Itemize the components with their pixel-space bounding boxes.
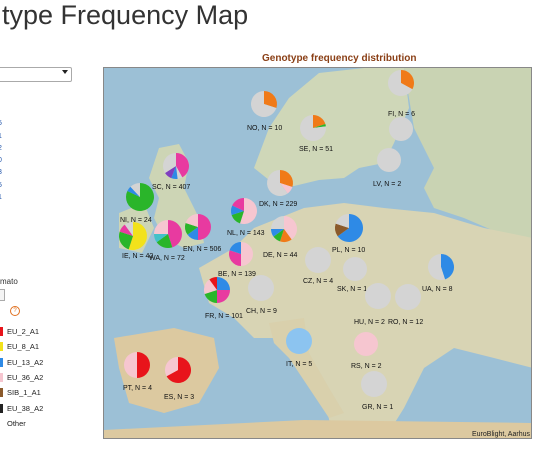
- pie-chart[interactable]: IT, N = 5: [286, 328, 312, 368]
- chart-title: Genotype frequency distribution: [262, 53, 417, 64]
- legend-swatch: [0, 342, 3, 352]
- pie-label: PT, N = 4: [123, 385, 152, 392]
- pie-label: NO, N = 10: [247, 125, 282, 132]
- pie-slice: [395, 284, 421, 310]
- legend-swatch: [0, 388, 3, 398]
- pie-slice: [248, 275, 274, 301]
- pie-label: SK, N = 1: [337, 286, 367, 293]
- pie-label: RS, N = 2: [351, 363, 382, 370]
- pie-label: SE, N = 51: [299, 146, 333, 153]
- pie-label: GR, N = 1: [362, 404, 393, 411]
- legend-label: EU_2_A1: [7, 327, 40, 337]
- chevron-down-icon: [62, 70, 68, 74]
- legend-item: SIB_1_A1: [0, 385, 43, 400]
- pie-label: LV, N = 2: [373, 181, 401, 188]
- legend-label: EU_8_A1: [7, 342, 40, 352]
- legend-swatch: [0, 418, 3, 428]
- legend-label: EU_36_A2: [7, 373, 44, 383]
- count-item[interactable]: [0, 106, 6, 118]
- pie-label: FR, N = 101: [205, 313, 243, 320]
- pie-label: WA, N = 72: [149, 255, 185, 262]
- host-select-button[interactable]: [0, 289, 5, 301]
- legend-label: SIB_1_A1: [7, 388, 41, 398]
- pie-label: PL, N = 10: [332, 247, 365, 254]
- host-label: mato: [0, 277, 18, 286]
- pie-slice: [305, 247, 331, 273]
- pie-label: EN, N = 506: [183, 246, 221, 253]
- legend-item: EU_13_A2: [0, 355, 43, 370]
- europe-map[interactable]: NO, N = 10FI, N = 6SE, N = 515LV, N = 2S…: [104, 68, 532, 439]
- pie-slice: [343, 257, 367, 281]
- count-item[interactable]: 5: [0, 180, 6, 192]
- map-panel[interactable]: NO, N = 10FI, N = 6SE, N = 515LV, N = 2S…: [103, 67, 532, 439]
- page-title: type Frequency Map: [2, 0, 249, 30]
- pie-label: RO, N = 12: [388, 319, 423, 326]
- legend-swatch: [0, 357, 3, 367]
- legend-swatch: [0, 327, 3, 337]
- pie-label: FI, N = 6: [388, 111, 415, 118]
- pie-slice: [354, 332, 378, 356]
- pie-slice: [377, 148, 401, 172]
- legend-item: EU_38_A2: [0, 400, 43, 415]
- count-item[interactable]: 0: [0, 155, 6, 167]
- legend-label: Other: [7, 418, 26, 428]
- pie-chart[interactable]: PT, N = 4: [123, 352, 152, 392]
- pie-slice: [365, 283, 391, 309]
- legend-label: EU_13_A2: [7, 357, 44, 367]
- legend-item: Other: [0, 416, 43, 431]
- pie-label: CZ, N = 4: [303, 278, 333, 285]
- pie-slice: [389, 117, 413, 141]
- count-item[interactable]: 1: [0, 131, 6, 143]
- legend: EU_2_A1 EU_8_A1 EU_13_A2 EU_36_A2 SIB_1_…: [0, 324, 43, 431]
- pie-label: CH, N = 9: [246, 308, 277, 315]
- pie-slice: [286, 328, 312, 354]
- count-item[interactable]: 1: [0, 192, 6, 204]
- pie-label: DE, N = 44: [263, 252, 298, 259]
- pie-label: HU, N = 2: [354, 319, 385, 326]
- pie-label: UA, N = 8: [422, 286, 453, 293]
- count-item[interactable]: 2: [0, 143, 6, 155]
- legend-item: EU_2_A1: [0, 324, 43, 339]
- pie-slice: [361, 371, 387, 397]
- help-icon[interactable]: ?: [10, 306, 20, 316]
- country-counts: 5 1 2 0 3 5 1: [0, 106, 6, 204]
- legend-item: EU_8_A1: [0, 339, 43, 354]
- pie-label: IT, N = 5: [286, 361, 312, 368]
- legend-item: EU_36_A2: [0, 370, 43, 385]
- genotype-select[interactable]: [0, 67, 72, 82]
- count-item[interactable]: 3: [0, 167, 6, 179]
- legend-swatch: [0, 403, 3, 413]
- count-item[interactable]: 5: [0, 118, 6, 130]
- map-attribution: EuroBlight, Aarhus: [472, 431, 530, 438]
- pie-label: DK, N = 229: [259, 201, 297, 208]
- pie-label: NL, N = 143: [227, 230, 265, 237]
- pie-label: SC, N = 407: [152, 184, 190, 191]
- pie-label: BE, N = 139: [218, 271, 256, 278]
- pie-label: ES, N = 3: [164, 394, 194, 401]
- pie-chart[interactable]: CZ, N = 4: [303, 247, 333, 285]
- legend-label: EU_38_A2: [7, 403, 44, 413]
- legend-swatch: [0, 373, 3, 383]
